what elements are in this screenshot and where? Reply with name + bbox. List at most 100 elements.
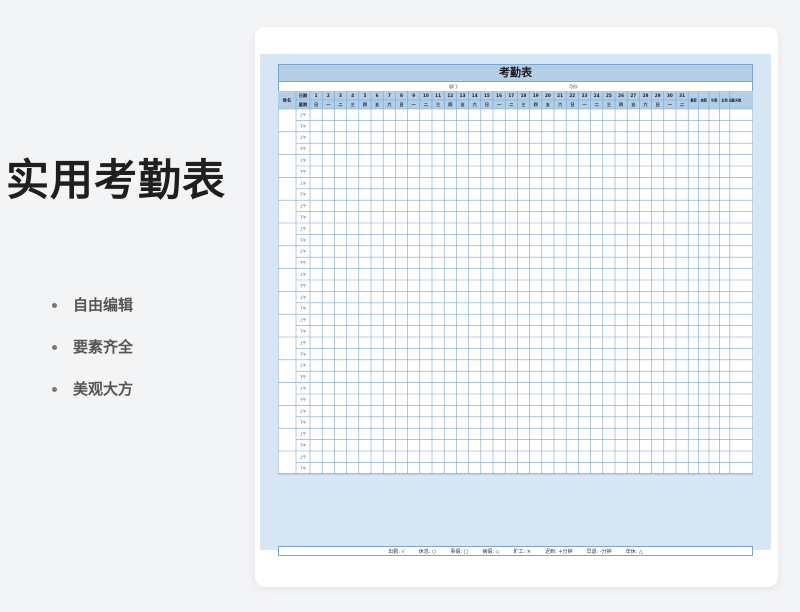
weekday-label: 日 <box>656 101 660 108</box>
attendance-grid: 姓名日期星期1日2一3二4三5四6五7六8日9一10二11三12四13五14六1… <box>278 91 753 475</box>
day-number: 1 <box>315 93 318 98</box>
period-label: 上午 <box>300 180 307 185</box>
period-label: 上午 <box>300 408 307 413</box>
day-number: 31 <box>679 93 685 98</box>
period-label: 上午 <box>300 317 307 322</box>
weekday-label: 日 <box>570 101 574 108</box>
day-number: 15 <box>484 93 490 98</box>
day-number: 7 <box>388 93 391 98</box>
day-number: 9 <box>412 93 415 98</box>
period-label: 上午 <box>300 135 307 140</box>
period-label: 上午 <box>300 340 307 345</box>
legend-item: 迟到: +分钟 <box>545 548 573 555</box>
weekday-label: 四 <box>363 101 367 108</box>
summary-header: 事假 <box>690 98 697 103</box>
day-number: 3 <box>339 93 342 98</box>
day-number: 28 <box>643 93 649 98</box>
day-number: 12 <box>447 93 453 98</box>
period-label: 下午 <box>300 146 307 151</box>
summary-header: 迟到 <box>721 98 727 103</box>
weekday-label: 日 <box>485 101 489 108</box>
period-label: 上午 <box>300 272 307 277</box>
day-number: 30 <box>667 93 673 98</box>
feature-label: 要素齐全 <box>73 338 134 356</box>
day-number: 29 <box>655 93 661 98</box>
grid-background <box>278 91 753 475</box>
day-number: 26 <box>618 93 624 98</box>
period-label: 下午 <box>300 397 307 402</box>
bullet-icon <box>52 344 57 350</box>
weekday-label: 日 <box>314 101 318 108</box>
day-number: 14 <box>472 93 478 98</box>
feature-item: 美观大方 <box>52 368 133 410</box>
feature-list: 自由编辑 要素齐全 美观大方 <box>52 284 133 410</box>
day-number: 4 <box>351 93 354 98</box>
period-label: 下午 <box>300 465 307 470</box>
summary-header: 年假 <box>711 98 718 103</box>
period-label: 上午 <box>300 226 307 231</box>
date-label: 日期 <box>299 92 307 99</box>
page-title: 实用考勤表 <box>6 156 226 206</box>
period-label: 上午 <box>300 294 307 299</box>
period-label: 下午 <box>300 283 307 288</box>
period-label: 上午 <box>300 454 307 459</box>
weekday-label: 四 <box>619 101 623 108</box>
dept-label: 部门: <box>449 84 459 89</box>
day-number: 27 <box>630 93 636 98</box>
attendance-sheet-preview: 考勤表 部门: 月份: 姓名 日期 星期 1 日 2 一 3 二 4 三 5 四 6 五 7 六 8 日 9 一 10 二 1… <box>260 54 771 556</box>
day-number: 24 <box>594 93 600 98</box>
day-number: 17 <box>508 93 514 98</box>
feature-item: 自由编辑 <box>52 284 133 326</box>
legend-item: 旷工: × <box>513 548 531 555</box>
legend-item: 病假: ◇ <box>482 548 500 555</box>
day-number: 16 <box>496 93 502 98</box>
period-label: 下午 <box>300 215 307 220</box>
day-number: 21 <box>557 93 563 98</box>
weekday-label: 四 <box>534 101 538 108</box>
day-number: 18 <box>521 93 527 98</box>
period-label: 下午 <box>300 237 307 242</box>
day-number: 5 <box>363 93 366 98</box>
day-number: 2 <box>327 93 330 98</box>
sheet-info-row: 部门: 月份: <box>278 82 753 91</box>
day-number: 19 <box>533 93 539 98</box>
period-label: 上午 <box>300 158 307 163</box>
day-number: 13 <box>460 93 466 98</box>
day-number: 8 <box>400 93 403 98</box>
day-number: 6 <box>376 93 379 98</box>
period-label: 下午 <box>300 123 307 128</box>
period-label: 上午 <box>300 203 307 208</box>
period-label: 下午 <box>300 420 307 425</box>
summary-header: 病假 <box>701 98 708 103</box>
period-label: 下午 <box>300 351 307 356</box>
legend-item: 休息: ○ <box>418 548 437 555</box>
day-number: 10 <box>423 93 429 98</box>
day-number: 11 <box>435 93 441 98</box>
period-label: 上午 <box>300 249 307 254</box>
week-label: 星期 <box>299 101 307 108</box>
feature-label: 自由编辑 <box>73 296 134 314</box>
period-label: 上午 <box>300 431 307 436</box>
legend-item: 年休: △ <box>625 548 643 555</box>
period-label: 下午 <box>300 169 307 174</box>
month-label: 月份: <box>569 84 579 89</box>
feature-item: 要素齐全 <box>52 326 133 368</box>
period-label: 下午 <box>300 192 307 197</box>
legend-item: 早退: -分钟 <box>586 548 612 555</box>
period-label: 下午 <box>300 443 307 448</box>
day-number: 20 <box>545 93 551 98</box>
bullet-icon <box>52 386 57 392</box>
feature-label: 美观大方 <box>73 380 134 398</box>
period-label: 上午 <box>300 386 307 391</box>
period-label: 下午 <box>300 306 307 311</box>
day-number: 23 <box>582 93 588 98</box>
period-label: 上午 <box>300 112 307 117</box>
name-header: 姓名 <box>282 97 291 104</box>
bullet-icon <box>52 302 57 308</box>
period-label: 下午 <box>300 329 307 334</box>
legend-item: 出勤: √ <box>388 548 405 555</box>
summary-header: 出勤天数 <box>729 98 743 103</box>
sheet-title: 考勤表 <box>278 64 753 82</box>
day-number: 22 <box>569 93 575 98</box>
weekday-label: 日 <box>399 101 403 108</box>
